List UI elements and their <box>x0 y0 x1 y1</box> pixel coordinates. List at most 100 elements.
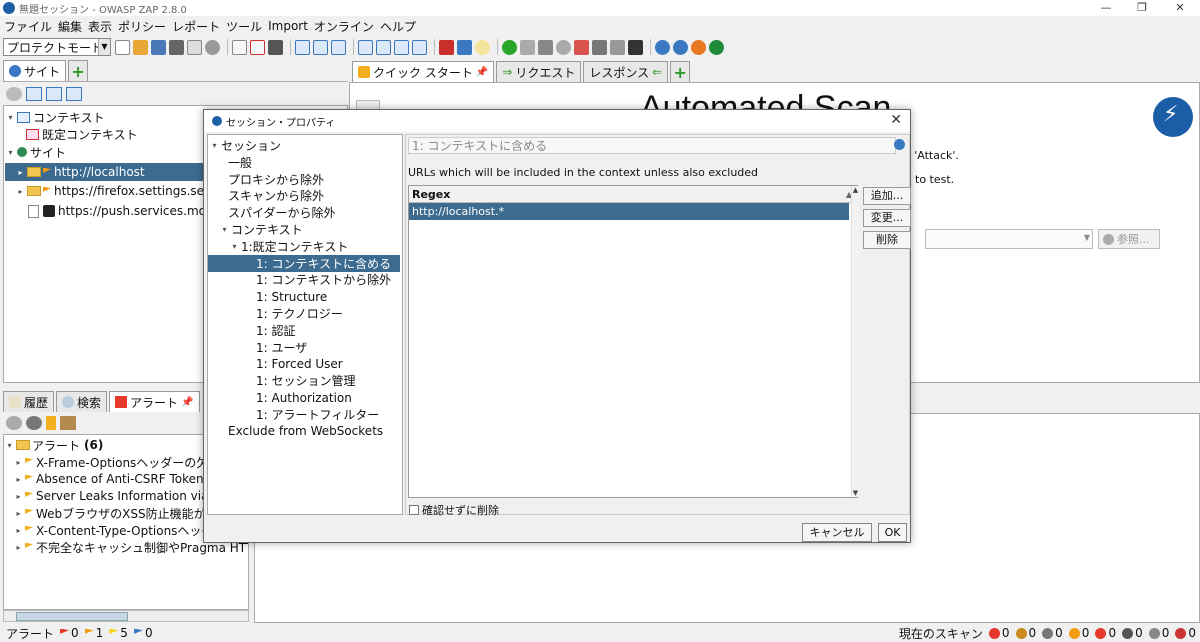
break-on-request-icon[interactable] <box>502 39 517 55</box>
menu-report[interactable]: レポート <box>172 18 220 35</box>
table-row[interactable]: http://localhost.* <box>409 203 849 220</box>
session-tree-item[interactable]: 1: Structure <box>208 288 327 305</box>
maximize-button[interactable]: ❐ <box>1127 0 1157 16</box>
layout-icon[interactable] <box>268 39 283 55</box>
session-tree-item[interactable]: 1: コンテキストに含める <box>208 254 400 272</box>
continue-icon[interactable] <box>538 39 553 55</box>
manual-request-icon[interactable] <box>610 39 625 55</box>
settings-icon[interactable] <box>26 416 42 430</box>
collapsed-icon[interactable]: ▸ <box>16 168 25 177</box>
close-window-button[interactable]: ✕ <box>1165 0 1195 16</box>
lightbulb-icon[interactable] <box>475 39 490 55</box>
save-session-icon[interactable] <box>151 39 166 55</box>
alerts-root[interactable]: ▾ アラート (6) <box>5 436 103 454</box>
session-tree-item[interactable]: Exclude from WebSockets <box>208 423 383 440</box>
session-tree-item[interactable]: スキャンから除外 <box>208 187 324 204</box>
snapshot-icon[interactable] <box>169 39 184 55</box>
add-tab-button[interactable]: + <box>68 60 89 81</box>
expand-icon[interactable]: ▾ <box>220 225 229 234</box>
session-tree-item[interactable]: 1: アラートフィルター <box>208 406 379 423</box>
collapsed-icon[interactable]: ▸ <box>14 458 23 467</box>
add-button[interactable]: 追加... <box>863 187 911 205</box>
mode-select[interactable]: プロテクトモード ▼ <box>3 38 111 56</box>
session-tree-item[interactable]: 1: Authorization <box>208 389 352 406</box>
filter-icon[interactable] <box>6 87 22 101</box>
alert-item[interactable]: ▸ WebブラウザのXSS防止機能が有 <box>14 504 217 522</box>
scan-policy-icon[interactable] <box>439 39 454 55</box>
panel-layout-2-icon[interactable] <box>376 39 391 55</box>
tree-sites[interactable]: ▾ サイト <box>6 143 66 161</box>
session-tree-item[interactable]: 1: 認証 <box>208 322 296 339</box>
session-tree-item[interactable]: 1: コンテキストから除外 <box>208 271 391 288</box>
ok-button[interactable]: OK <box>878 523 907 542</box>
tab-response[interactable]: レスポンス ⇐ <box>583 61 669 82</box>
collapsed-icon[interactable]: ▸ <box>14 475 23 484</box>
collapsed-icon[interactable]: ▸ <box>14 543 23 552</box>
alert-item[interactable]: ▸ Absence of Anti-CSRF Tokens <box>14 470 209 488</box>
check-updates-icon[interactable] <box>673 39 688 55</box>
menu-policy[interactable]: ポリシー <box>118 18 166 35</box>
session-tree-item[interactable]: プロキシから除外 <box>208 171 324 188</box>
session-tree-item[interactable]: 一般 <box>208 154 252 171</box>
layout-left-icon[interactable] <box>295 39 310 55</box>
panel-layout-3-icon[interactable] <box>394 39 409 55</box>
add-tab-button[interactable]: + <box>670 61 691 82</box>
cancel-button[interactable]: キャンセル <box>802 523 872 542</box>
session-tree-item[interactable]: 1: テクノロジー <box>208 305 343 322</box>
menu-online[interactable]: オンライン <box>314 18 374 35</box>
cross-icon[interactable] <box>574 39 589 55</box>
tab-quick-start[interactable]: クイック スタート 📌 <box>352 61 495 82</box>
help-icon[interactable] <box>894 139 905 150</box>
new-session-icon[interactable] <box>115 39 130 55</box>
tab-alerts[interactable]: アラート 📌 <box>109 391 200 412</box>
import-context-icon[interactable] <box>46 87 62 101</box>
collapsed-icon[interactable]: ▸ <box>14 509 23 518</box>
open-session-icon[interactable] <box>133 39 148 55</box>
collapsed-icon[interactable]: ▸ <box>16 187 25 196</box>
expand-icon[interactable]: ▾ <box>6 148 15 157</box>
collapsed-icon[interactable]: ▸ <box>14 526 23 535</box>
confirm-remove-checkbox[interactable] <box>409 505 419 515</box>
expand-icon[interactable]: ▾ <box>230 242 239 251</box>
broom-icon[interactable] <box>60 416 76 430</box>
menu-file[interactable]: ファイル <box>4 18 52 35</box>
help-icon[interactable] <box>655 39 670 55</box>
close-icon[interactable]: ✕ <box>890 112 902 128</box>
tab-history[interactable]: 履歴 <box>3 391 55 412</box>
menu-import[interactable]: Import <box>268 19 308 33</box>
menu-tools[interactable]: ツール <box>226 18 262 35</box>
export-context-icon[interactable] <box>66 87 82 101</box>
expand-icon[interactable]: ▾ <box>6 113 15 122</box>
pin-icon[interactable]: 📌 <box>476 67 488 78</box>
tab-request[interactable]: ⇒ リクエスト <box>496 61 582 82</box>
tab-search[interactable]: 検索 <box>56 391 108 412</box>
minimize-button[interactable]: — <box>1091 0 1121 16</box>
console-icon[interactable] <box>628 39 643 55</box>
scroll-up-icon[interactable]: ▲ <box>852 186 859 194</box>
new-context-icon[interactable] <box>26 87 42 101</box>
session-tree-item[interactable]: ▾ コンテキスト <box>208 221 302 238</box>
tree-contexts[interactable]: ▾ コンテキスト <box>6 108 104 126</box>
session-tree-item[interactable]: 1: セッション管理 <box>208 372 356 389</box>
edit-icon[interactable] <box>46 416 56 430</box>
expand-icon[interactable]: ▾ <box>5 441 14 450</box>
tab-view-icon[interactable] <box>232 39 247 55</box>
collapsed-icon[interactable]: ▸ <box>14 492 23 501</box>
tree-default-context[interactable]: 既定コンテキスト <box>26 125 138 143</box>
scope-icon[interactable] <box>457 39 472 55</box>
alert-item[interactable]: ▸ X-Content-Type-Optionsヘッダの <box>14 521 225 539</box>
options-gear-icon[interactable] <box>205 39 220 55</box>
scrollbar-thumb[interactable] <box>16 612 128 621</box>
layout-full-icon[interactable] <box>331 39 346 55</box>
session-tree-item[interactable]: 1: ユーザ <box>208 339 307 356</box>
menu-view[interactable]: 表示 <box>88 18 112 35</box>
menu-edit[interactable]: 編集 <box>58 18 82 35</box>
remove-tab-icon[interactable] <box>250 39 265 55</box>
regex-vertical-scrollbar[interactable]: ▲ ▼ <box>851 186 859 497</box>
session-tree-item[interactable]: ▾ 1:既定コンテキスト <box>208 238 348 255</box>
filter-icon[interactable] <box>6 416 22 430</box>
browser-icon[interactable] <box>709 39 724 55</box>
url-input[interactable]: ▼ <box>925 229 1093 249</box>
pin-icon[interactable]: 📌 <box>181 397 193 408</box>
alert-item[interactable]: ▸ X-Frame-Optionsヘッダーの欠如 <box>14 453 220 471</box>
